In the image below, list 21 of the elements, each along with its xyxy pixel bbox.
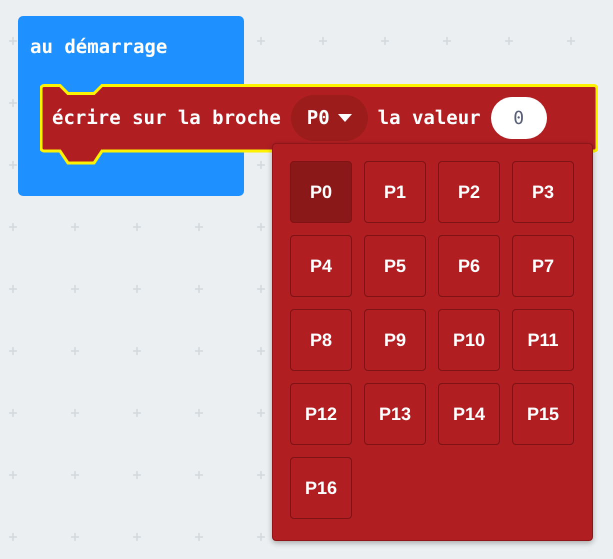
pin-option[interactable]: P9 <box>364 309 426 371</box>
pin-option[interactable]: P2 <box>438 161 500 223</box>
pin-option[interactable]: P15 <box>512 383 574 445</box>
pin-option[interactable]: P12 <box>290 383 352 445</box>
pin-option[interactable]: P16 <box>290 457 352 519</box>
pin-option[interactable]: P4 <box>290 235 352 297</box>
block-label: la valeur <box>378 107 481 129</box>
pin-option[interactable]: P8 <box>290 309 352 371</box>
block-label: au démarrage <box>30 36 168 58</box>
pin-option[interactable]: P11 <box>512 309 574 371</box>
pin-option[interactable]: P14 <box>438 383 500 445</box>
pin-option[interactable]: P0 <box>290 161 352 223</box>
pin-option[interactable]: P6 <box>438 235 500 297</box>
pin-option[interactable]: P10 <box>438 309 500 371</box>
pin-option[interactable]: P13 <box>364 383 426 445</box>
pin-option[interactable]: P1 <box>364 161 426 223</box>
pin-option[interactable]: P5 <box>364 235 426 297</box>
block-label: écrire sur la broche <box>52 107 281 129</box>
pin-option[interactable]: P3 <box>512 161 574 223</box>
pin-option[interactable]: P7 <box>512 235 574 297</box>
caret-icon <box>338 114 352 122</box>
